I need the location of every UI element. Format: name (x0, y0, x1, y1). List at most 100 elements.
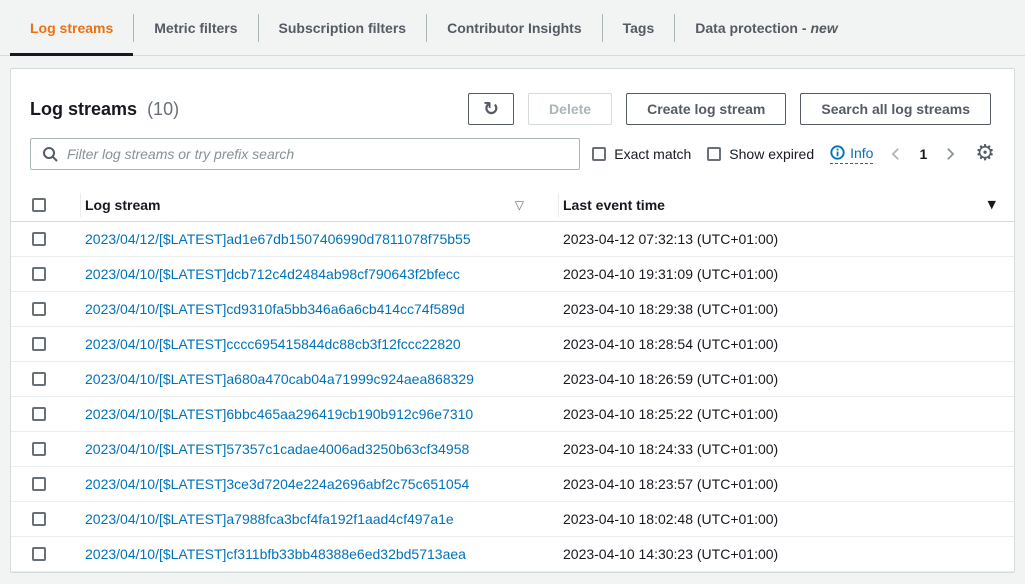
log-stream-link[interactable]: 2023/04/10/[$LATEST]a680a470cab04a71999c… (85, 371, 474, 387)
row-select-cell (11, 267, 81, 281)
header-actions: ↻ Delete Create log stream Search all lo… (468, 93, 991, 125)
tab-contributor-insights[interactable]: Contributor Insights (427, 0, 602, 55)
show-expired-info-link[interactable]: Info (830, 145, 873, 164)
row-log-stream-cell: 2023/04/10/[$LATEST]a7988fca3bcf4fa192f1… (81, 511, 559, 527)
last-event-time-value: 2023-04-10 18:02:48 (UTC+01:00) (563, 511, 778, 527)
table-row: 2023/04/10/[$LATEST]dcb712c4d2484ab98cf7… (11, 257, 1014, 292)
row-log-stream-cell: 2023/04/10/[$LATEST]57357c1cadae4006ad32… (81, 441, 559, 457)
create-log-stream-button[interactable]: Create log stream (626, 93, 786, 125)
row-checkbox[interactable] (32, 407, 46, 421)
header-log-stream-cell[interactable]: Log stream ▽ (81, 193, 559, 217)
panel-header: Log streams (10) ↻ Delete Create log str… (11, 69, 1014, 125)
log-stream-link[interactable]: 2023/04/10/[$LATEST]dcb712c4d2484ab98cf7… (85, 266, 460, 282)
row-log-stream-cell: 2023/04/10/[$LATEST]a680a470cab04a71999c… (81, 371, 559, 387)
row-select-cell (11, 477, 81, 491)
tab-label: Metric filters (154, 20, 237, 36)
show-expired-label: Show expired (729, 146, 814, 162)
tab-subscription-filters[interactable]: Subscription filters (259, 0, 427, 55)
preferences-gear-icon[interactable]: ⚙ (975, 143, 995, 165)
row-checkbox[interactable] (32, 337, 46, 351)
row-log-stream-cell: 2023/04/10/[$LATEST]cccc695415844dc88cb3… (81, 336, 559, 352)
table-header-row: Log stream ▽ Last event time ▼ (11, 188, 1014, 222)
tab-label: Tags (623, 20, 655, 36)
page-title: Log streams (10) (30, 99, 179, 120)
table-row: 2023/04/10/[$LATEST]a680a470cab04a71999c… (11, 362, 1014, 397)
row-checkbox[interactable] (32, 267, 46, 281)
log-stream-link[interactable]: 2023/04/10/[$LATEST]cccc695415844dc88cb3… (85, 336, 461, 352)
row-select-cell (11, 547, 81, 561)
row-select-cell (11, 512, 81, 526)
row-log-stream-cell: 2023/04/10/[$LATEST]6bbc465aa296419cb190… (81, 406, 559, 422)
log-stream-link[interactable]: 2023/04/10/[$LATEST]cd9310fa5bb346a6a6cb… (85, 301, 465, 317)
row-last-event-cell: 2023-04-10 18:02:48 (UTC+01:00) (559, 511, 1014, 527)
log-stream-link[interactable]: 2023/04/12/[$LATEST]ad1e67db1507406990d7… (85, 231, 471, 247)
table-row: 2023/04/10/[$LATEST]a7988fca3bcf4fa192f1… (11, 502, 1014, 537)
info-link-label: Info (850, 145, 873, 161)
row-log-stream-cell: 2023/04/10/[$LATEST]cd9310fa5bb346a6a6cb… (81, 301, 559, 317)
filter-search-box[interactable] (30, 138, 580, 170)
filter-row: Exact match Show expired Info (11, 138, 1014, 170)
log-stream-link[interactable]: 2023/04/10/[$LATEST]3ce3d7204e224a2696ab… (85, 476, 469, 492)
tab-label: Subscription filters (279, 20, 407, 36)
exact-match-checkbox[interactable] (592, 147, 606, 161)
header-select-all-cell (11, 193, 81, 217)
last-event-time-value: 2023-04-10 19:31:09 (UTC+01:00) (563, 266, 778, 282)
row-checkbox[interactable] (32, 372, 46, 386)
pagination: 1 (889, 146, 957, 162)
sort-descending-icon[interactable]: ▼ (988, 198, 996, 211)
select-all-checkbox[interactable] (32, 198, 46, 212)
tab-tags[interactable]: Tags (603, 0, 675, 55)
row-checkbox[interactable] (32, 302, 46, 316)
tab-label: Data protection - (695, 20, 806, 36)
last-event-time-value: 2023-04-10 18:26:59 (UTC+01:00) (563, 371, 778, 387)
row-checkbox[interactable] (32, 512, 46, 526)
row-last-event-cell: 2023-04-10 18:26:59 (UTC+01:00) (559, 371, 1014, 387)
last-event-time-value: 2023-04-10 18:23:57 (UTC+01:00) (563, 476, 778, 492)
last-event-time-value: 2023-04-10 18:24:33 (UTC+01:00) (563, 441, 778, 457)
log-stream-column-label: Log stream (85, 197, 160, 213)
row-checkbox[interactable] (32, 477, 46, 491)
search-all-log-streams-button[interactable]: Search all log streams (800, 93, 991, 125)
row-select-cell (11, 337, 81, 351)
next-page-button[interactable] (943, 147, 957, 161)
row-last-event-cell: 2023-04-10 18:24:33 (UTC+01:00) (559, 441, 1014, 457)
row-log-stream-cell: 2023/04/10/[$LATEST]3ce3d7204e224a2696ab… (81, 476, 559, 492)
log-stream-link[interactable]: 2023/04/10/[$LATEST]a7988fca3bcf4fa192f1… (85, 511, 454, 527)
show-expired-checkbox-group[interactable]: Show expired (707, 146, 814, 162)
row-select-cell (11, 232, 81, 246)
table-row: 2023/04/10/[$LATEST]cd9310fa5bb346a6a6cb… (11, 292, 1014, 327)
log-stream-link[interactable]: 2023/04/10/[$LATEST]57357c1cadae4006ad32… (85, 441, 469, 457)
previous-page-button[interactable] (889, 147, 903, 161)
tab-log-streams[interactable]: Log streams (10, 0, 133, 55)
filter-controls: Exact match Show expired Info (592, 143, 995, 165)
filter-log-streams-input[interactable] (67, 146, 568, 162)
exact-match-checkbox-group[interactable]: Exact match (592, 146, 691, 162)
log-stream-link[interactable]: 2023/04/10/[$LATEST]cf311bfb33bb48388e6e… (85, 546, 466, 562)
row-select-cell (11, 442, 81, 456)
row-last-event-cell: 2023-04-10 19:31:09 (UTC+01:00) (559, 266, 1014, 282)
last-event-time-column-label: Last event time (563, 197, 665, 213)
row-checkbox[interactable] (32, 232, 46, 246)
last-event-time-value: 2023-04-10 14:30:23 (UTC+01:00) (563, 546, 778, 562)
delete-button[interactable]: Delete (528, 93, 612, 125)
table-row: 2023/04/10/[$LATEST]57357c1cadae4006ad32… (11, 432, 1014, 467)
page-title-text: Log streams (30, 99, 137, 119)
last-event-time-value: 2023-04-10 18:29:38 (UTC+01:00) (563, 301, 778, 317)
log-stream-link[interactable]: 2023/04/10/[$LATEST]6bbc465aa296419cb190… (85, 406, 473, 422)
tab-bar: Log streams Metric filters Subscription … (0, 0, 1025, 56)
stream-count: (10) (147, 99, 179, 119)
header-last-event-time-cell[interactable]: Last event time ▼ (559, 197, 1014, 213)
row-checkbox[interactable] (32, 547, 46, 561)
row-select-cell (11, 407, 81, 421)
sort-unsorted-icon[interactable]: ▽ (515, 198, 524, 212)
row-last-event-cell: 2023-04-10 18:23:57 (UTC+01:00) (559, 476, 1014, 492)
row-select-cell (11, 302, 81, 316)
table-row: 2023/04/12/[$LATEST]ad1e67db1507406990d7… (11, 222, 1014, 257)
tab-data-protection[interactable]: Data protection - new (675, 0, 857, 55)
log-streams-table: Log stream ▽ Last event time ▼ 2023/04/1… (11, 188, 1014, 572)
tab-metric-filters[interactable]: Metric filters (134, 0, 257, 55)
row-checkbox[interactable] (32, 442, 46, 456)
show-expired-checkbox[interactable] (707, 147, 721, 161)
refresh-button[interactable]: ↻ (468, 93, 514, 125)
row-log-stream-cell: 2023/04/10/[$LATEST]dcb712c4d2484ab98cf7… (81, 266, 559, 282)
